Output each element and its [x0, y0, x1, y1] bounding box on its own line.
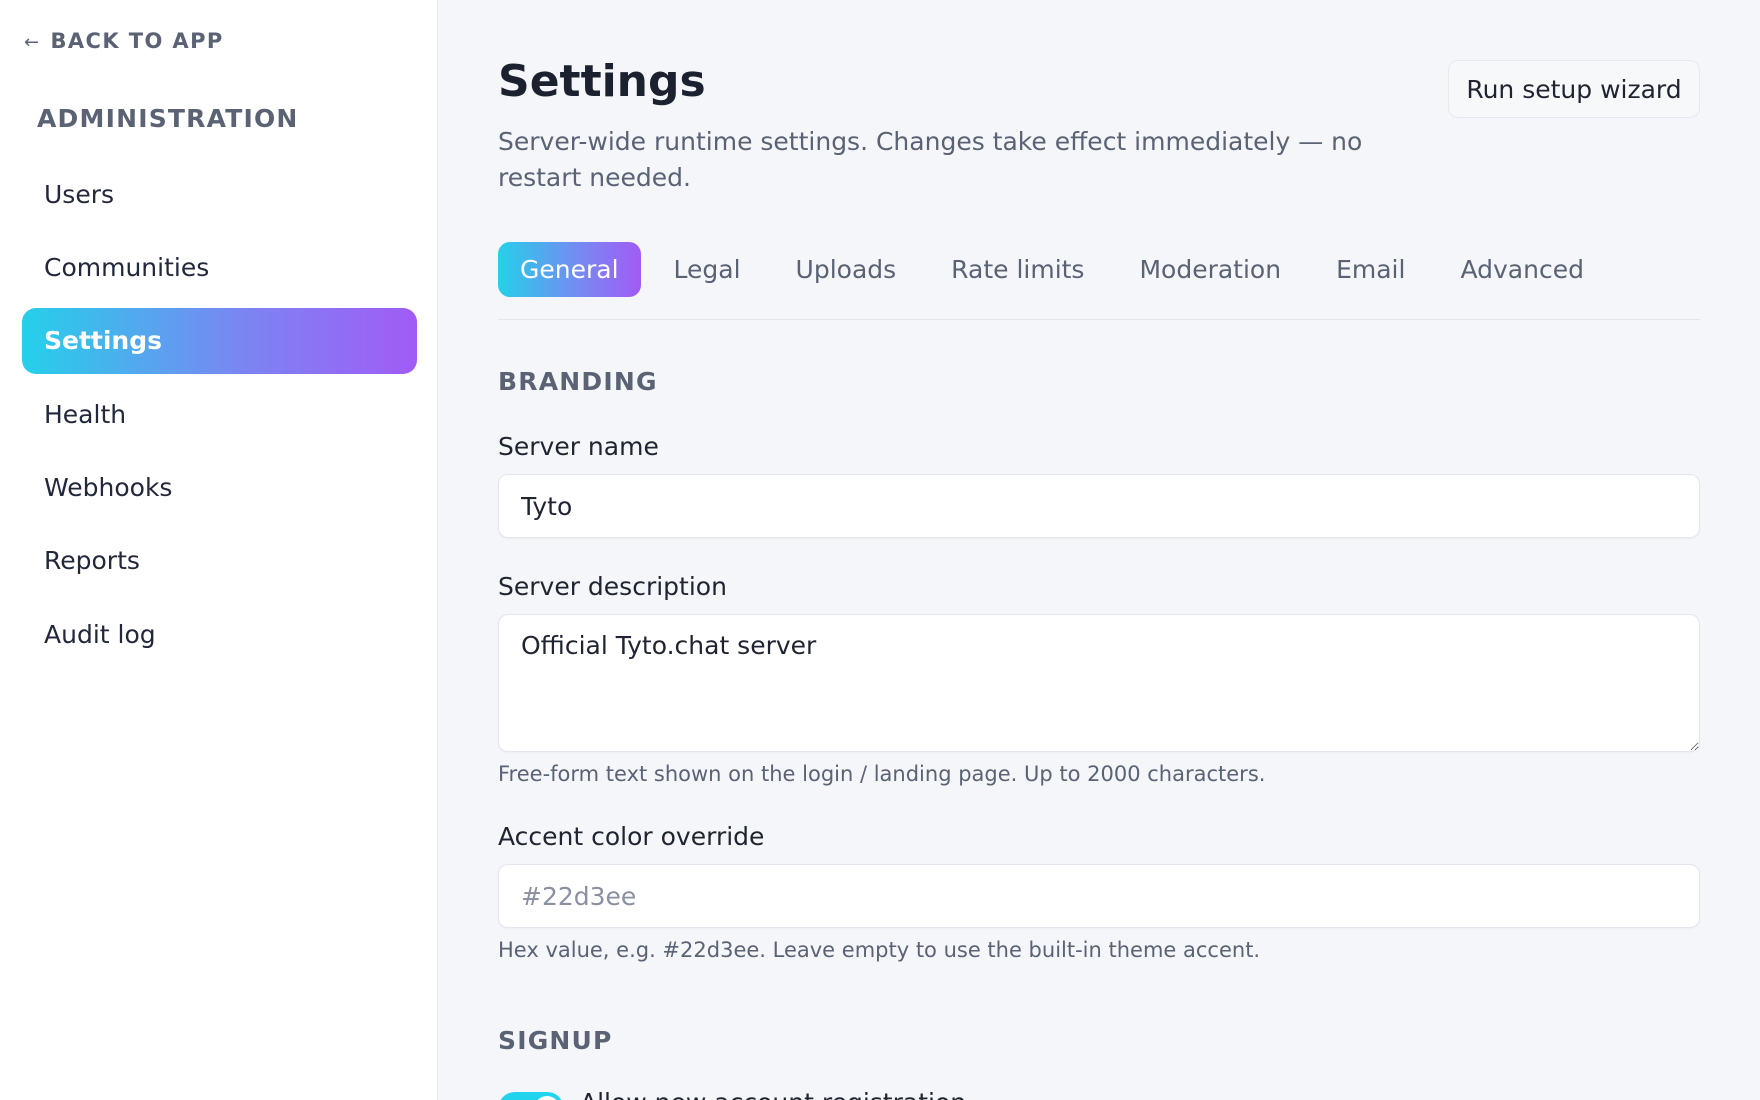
sidebar-item-health[interactable]: Health — [22, 381, 417, 447]
sidebar-item-label: Reports — [44, 546, 140, 576]
sidebar: ← BACK TO APP ADMINISTRATION Users Commu… — [0, 0, 438, 1100]
server-name-label: Server name — [498, 432, 659, 461]
tab-moderation[interactable]: Moderation — [1117, 242, 1303, 297]
sidebar-item-label: Users — [44, 179, 115, 209]
tab-legal[interactable]: Legal — [652, 242, 763, 297]
back-to-app-link[interactable]: ← BACK TO APP — [24, 28, 224, 54]
sidebar-item-label: Communities — [44, 252, 210, 282]
sidebar-item-users[interactable]: Users — [22, 161, 417, 227]
page-title: Settings — [498, 56, 706, 107]
sidebar-item-label: Settings — [44, 326, 163, 356]
tab-email[interactable]: Email — [1314, 242, 1427, 297]
run-setup-wizard-button[interactable]: Run setup wizard — [1448, 60, 1700, 118]
server-name-input[interactable] — [498, 474, 1700, 538]
toggle-knob — [534, 1096, 560, 1100]
accent-color-help: Hex value, e.g. #22d3ee. Leave empty to … — [498, 938, 1261, 962]
sidebar-item-reports[interactable]: Reports — [22, 528, 417, 594]
admin-settings-page: ← BACK TO APP ADMINISTRATION Users Commu… — [0, 0, 1760, 1100]
tab-advanced[interactable]: Advanced — [1438, 242, 1606, 297]
sidebar-item-webhooks[interactable]: Webhooks — [22, 455, 417, 521]
allow-registration-label: Allow new account registration — [580, 1088, 966, 1100]
sidebar-item-label: Health — [44, 399, 127, 429]
back-to-app-label: BACK TO APP — [50, 28, 224, 53]
sidebar-item-label: Audit log — [44, 619, 156, 649]
settings-tabs: General Legal Uploads Rate limits Modera… — [498, 242, 1700, 320]
main-content: Settings Server-wide runtime settings. C… — [438, 0, 1760, 1100]
sidebar-nav: Users Communities Settings Health Webhoo… — [22, 161, 417, 675]
sidebar-section-heading: ADMINISTRATION — [37, 104, 299, 133]
accent-color-input[interactable] — [498, 864, 1700, 928]
server-description-textarea[interactable]: Official Tyto.chat server — [498, 614, 1700, 752]
tab-uploads[interactable]: Uploads — [774, 242, 919, 297]
sidebar-item-communities[interactable]: Communities — [22, 234, 417, 300]
signup-section-heading: SIGNUP — [498, 1026, 613, 1055]
sidebar-item-audit-log[interactable]: Audit log — [22, 601, 417, 667]
sidebar-item-label: Webhooks — [44, 473, 173, 503]
arrow-left-icon: ← — [24, 32, 41, 53]
page-subtitle: Server-wide runtime settings. Changes ta… — [498, 127, 1363, 192]
branding-section-heading: BRANDING — [498, 367, 658, 396]
tab-rate-limits[interactable]: Rate limits — [929, 242, 1106, 297]
accent-color-label: Accent color override — [498, 822, 765, 851]
server-description-label: Server description — [498, 572, 727, 601]
allow-registration-toggle[interactable] — [498, 1092, 564, 1100]
server-description-help: Free-form text shown on the login / land… — [498, 762, 1266, 786]
tab-general[interactable]: General — [498, 242, 641, 297]
sidebar-item-settings[interactable]: Settings — [22, 307, 417, 374]
